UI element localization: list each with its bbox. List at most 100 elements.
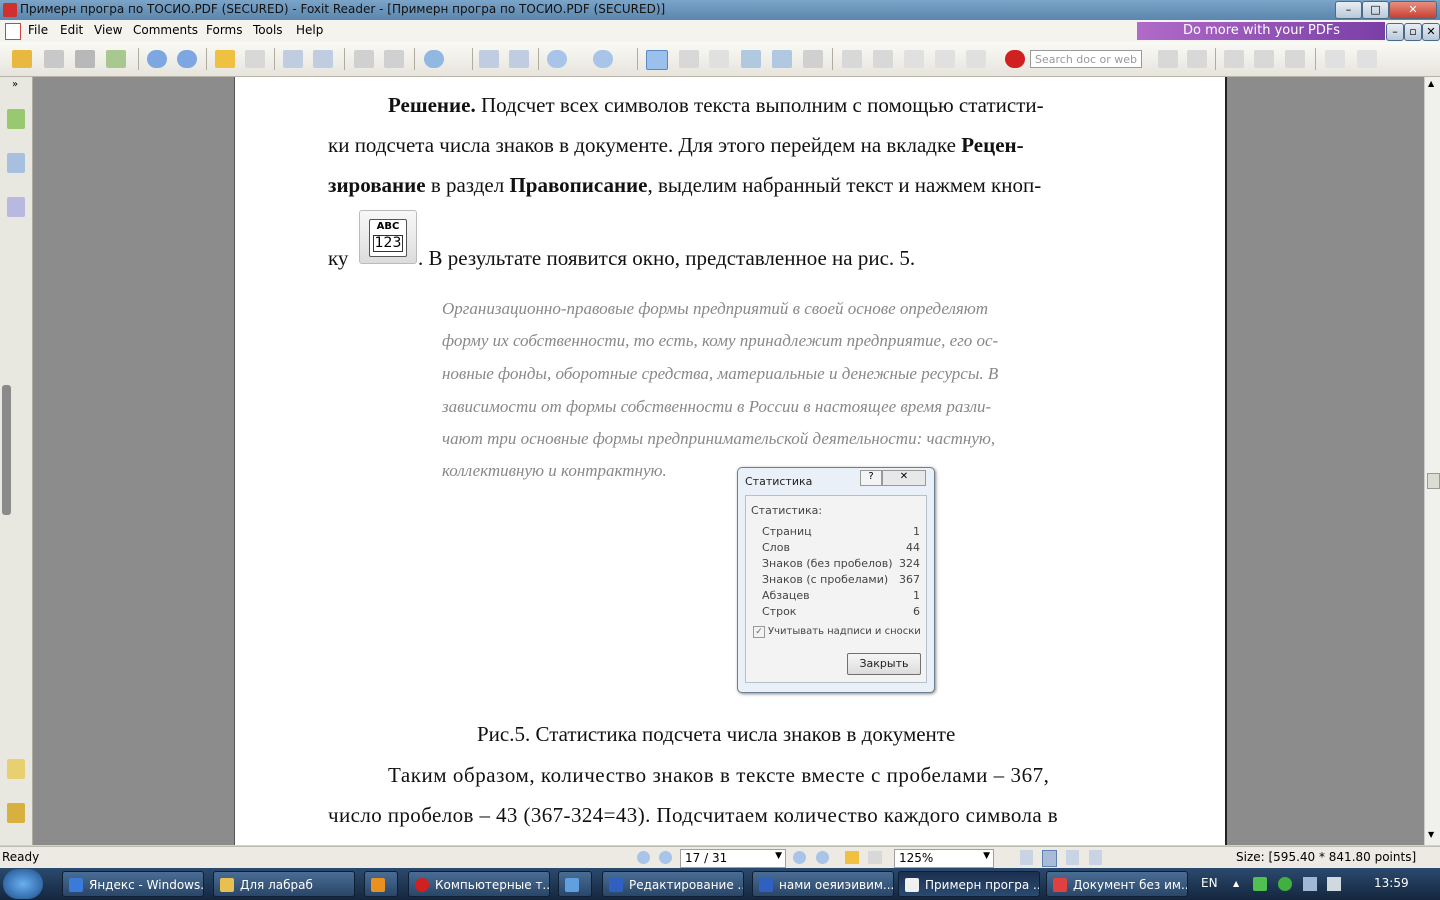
prev-page-icon[interactable] [659, 851, 672, 864]
panel-splitter[interactable] [2, 385, 11, 515]
scroll-thumb[interactable] [1427, 473, 1440, 489]
taskbar-item[interactable]: Для лабраб [213, 871, 355, 897]
tray-arrow-icon[interactable]: ▲ [1233, 879, 1239, 888]
save-icon[interactable] [44, 50, 64, 68]
document-icon [5, 23, 21, 40]
taskbar-item[interactable] [364, 871, 398, 897]
taskbar-item[interactable]: нами оеяиэивим... [752, 871, 894, 897]
menu-help[interactable]: Help [296, 23, 323, 37]
last-page-icon[interactable] [816, 851, 829, 864]
bookmarks-icon[interactable] [7, 109, 25, 129]
pencil-icon[interactable] [873, 50, 893, 68]
attachment-tool-icon[interactable] [842, 50, 862, 68]
taskbar-item-active[interactable]: Примерн програ ... [898, 871, 1040, 897]
typewriter-icon[interactable] [772, 50, 792, 68]
text-box-icon[interactable] [904, 50, 924, 68]
hand-tool-icon[interactable] [646, 50, 668, 70]
link-icon[interactable] [1325, 50, 1345, 68]
facing-icon[interactable] [1066, 850, 1079, 865]
zoom-select[interactable]: 125% ▼ [894, 849, 994, 868]
doc-close-button[interactable]: ✕ [1422, 23, 1440, 41]
pointer-icon[interactable] [709, 50, 729, 68]
note-icon[interactable] [935, 50, 955, 68]
pages-icon[interactable] [7, 153, 25, 173]
close-button[interactable]: ✕ [1389, 1, 1437, 19]
grid-icon[interactable] [1357, 50, 1377, 68]
volume-icon[interactable] [1327, 877, 1341, 891]
zoom-in-icon[interactable] [593, 50, 613, 68]
open-icon[interactable] [12, 50, 32, 68]
layers-icon[interactable] [7, 197, 25, 217]
network-icon[interactable] [1303, 877, 1317, 891]
collapse-panel-icon[interactable]: » [12, 79, 18, 90]
taskbar-item[interactable]: Компьютерные т... [408, 871, 550, 897]
doc-restore-button[interactable]: ▫ [1404, 23, 1422, 41]
minimize-button[interactable]: – [1335, 1, 1362, 19]
menu-edit[interactable]: Edit [60, 23, 83, 37]
stats-label: Абзацев [762, 589, 810, 602]
start-button[interactable] [3, 869, 43, 899]
continuous-icon[interactable] [1042, 850, 1057, 867]
vertical-scrollbar[interactable]: ▲ ▼ [1424, 77, 1440, 845]
first-page-icon[interactable] [637, 851, 650, 864]
status-bar: Ready 17 / 31 ▼ 125% ▼ Size: [595.40 * 8… [0, 846, 1440, 869]
insert-page-icon[interactable] [283, 50, 303, 68]
taskbar-item[interactable]: Документ без им... [1046, 871, 1188, 897]
tray-security-icon[interactable] [1278, 877, 1292, 891]
comments-icon[interactable] [7, 759, 25, 779]
zoom-tool-icon[interactable] [424, 50, 444, 68]
previous-page-icon[interactable] [147, 50, 167, 68]
chevron-down-icon[interactable]: ▼ [983, 851, 990, 861]
forward-icon[interactable] [868, 851, 882, 864]
taskbar-item[interactable]: Яндекс - Windows... [62, 871, 204, 897]
single-page-icon[interactable] [1020, 850, 1033, 865]
tool-a-icon[interactable] [1158, 50, 1178, 68]
taskbar-label: Для лабраб [240, 878, 313, 892]
menu-file[interactable]: File [28, 23, 48, 37]
area-icon[interactable] [1285, 50, 1305, 68]
snapshot-icon[interactable] [803, 50, 823, 68]
back-icon[interactable] [845, 851, 859, 864]
menu-tools[interactable]: Tools [253, 23, 283, 37]
taskbar-item[interactable]: Редактирование ... [602, 871, 744, 897]
attachments-icon[interactable] [7, 803, 25, 823]
print-icon[interactable] [75, 50, 95, 68]
fit-page-icon[interactable] [479, 50, 499, 68]
arrow-tool-icon[interactable] [966, 50, 986, 68]
page-number-input[interactable]: 17 / 31 ▼ [680, 849, 786, 868]
maximize-button[interactable]: □ [1362, 1, 1389, 19]
zoom-out-icon[interactable] [547, 50, 567, 68]
tool-b-icon[interactable] [1187, 50, 1207, 68]
select-text-icon[interactable] [679, 50, 699, 68]
menu-forms[interactable]: Forms [206, 23, 242, 37]
taskbar-label: нами оеяиэивим... [779, 878, 894, 892]
doc-minimize-button[interactable]: – [1386, 23, 1404, 41]
stats-row: Знаков (с пробелами) 367 [762, 573, 920, 586]
chevron-down-icon[interactable]: ▼ [775, 851, 782, 861]
menu-view[interactable]: View [94, 23, 122, 37]
search-input[interactable]: Search doc or web [1030, 50, 1142, 68]
bold-text: Решение. [388, 93, 476, 117]
email-icon[interactable] [106, 50, 126, 68]
language-indicator[interactable]: EN [1201, 876, 1218, 890]
promo-banner[interactable]: Do more with your PDFs [1137, 22, 1385, 40]
continuous-facing-icon[interactable] [1089, 850, 1102, 865]
fit-width-icon[interactable] [509, 50, 529, 68]
distance-icon[interactable] [1254, 50, 1274, 68]
stats-row: Строк 6 [762, 605, 920, 618]
next-page-icon[interactable] [793, 851, 806, 864]
find-icon[interactable] [741, 50, 761, 68]
measure-icon[interactable] [1224, 50, 1244, 68]
clock[interactable]: 13:59 [1374, 876, 1409, 890]
next-page-icon[interactable] [177, 50, 197, 68]
scroll-up-icon[interactable]: ▲ [1428, 79, 1434, 88]
extract-page-icon[interactable] [313, 50, 333, 68]
redo-icon[interactable] [384, 50, 404, 68]
taskbar-item[interactable] [558, 871, 592, 897]
undo-icon[interactable] [354, 50, 374, 68]
back-arrow-icon[interactable] [215, 50, 235, 68]
forward-arrow-icon[interactable] [245, 50, 265, 68]
scroll-down-icon[interactable]: ▼ [1428, 830, 1434, 839]
menu-comments[interactable]: Comments [133, 23, 198, 37]
tray-app-icon[interactable] [1253, 877, 1267, 891]
